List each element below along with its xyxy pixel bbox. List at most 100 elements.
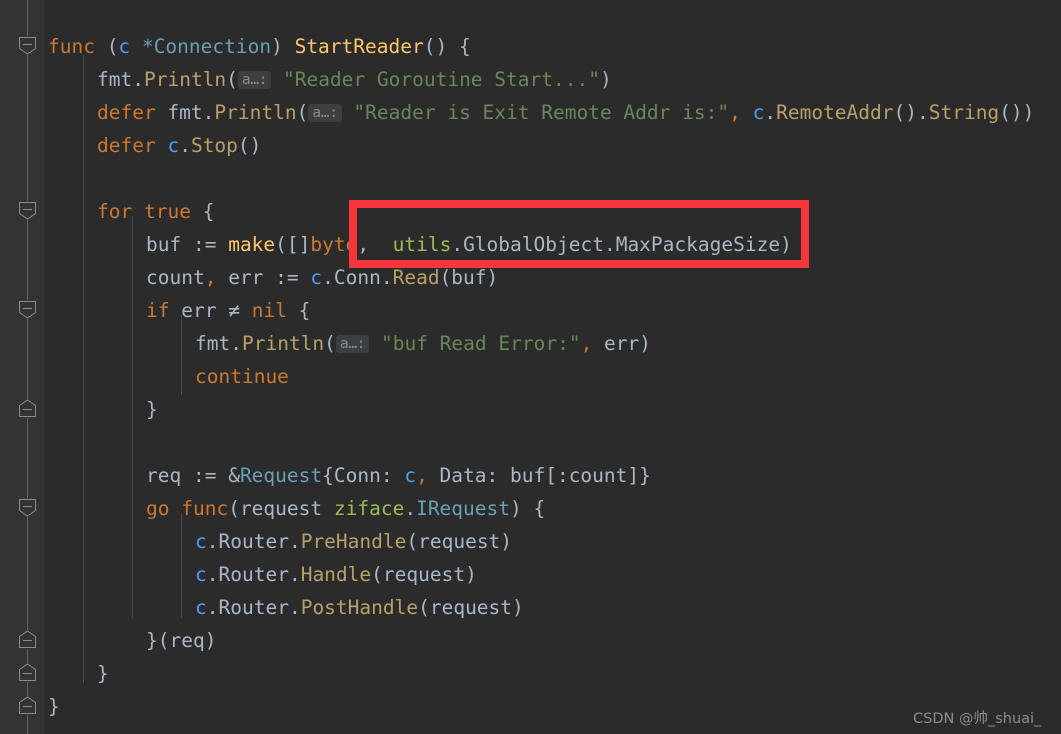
code-line[interactable]: continue: [195, 360, 289, 393]
fold-marker-down[interactable]: [18, 36, 37, 55]
code-token: .: [230, 332, 242, 355]
code-token: c: [195, 563, 207, 586]
code-line[interactable]: func (c *Connection) StartReader() {: [48, 30, 471, 63]
inlay-parameter-hint[interactable]: a…:: [308, 104, 342, 122]
code-token: utils: [392, 233, 452, 256]
code-line[interactable]: c.Router.PreHandle(request): [195, 525, 512, 558]
code-line[interactable]: }: [146, 393, 158, 426]
fold-marker-down[interactable]: [18, 201, 37, 220]
watermark-label: CSDN @帅_shuai_: [913, 711, 1042, 727]
code-token: :=: [181, 233, 229, 256]
code-editor[interactable]: func (c *Connection) StartReader() {fmt.…: [0, 0, 1061, 734]
fold-minus-icon: [23, 673, 32, 674]
code-token: Data: buf[:count]}: [427, 464, 651, 487]
fold-minus-icon: [23, 209, 32, 210]
code-token: ): [780, 233, 792, 256]
indent-guide: [181, 513, 182, 618]
code-token: ): [599, 68, 612, 91]
code-token: make: [228, 233, 276, 256]
code-line[interactable]: defer c.Stop(): [97, 129, 261, 162]
code-token: .: [916, 101, 929, 124]
editor-gutter[interactable]: [0, 0, 46, 734]
code-token: .: [404, 497, 417, 520]
code-token: req: [146, 464, 182, 487]
code-line[interactable]: fmt.Println(a…: "buf Read Error:", err): [195, 327, 651, 360]
fold-minus-icon: [23, 706, 32, 707]
code-token: IRequest: [416, 497, 510, 520]
code-line[interactable]: count, err := c.Conn.Read(buf): [146, 261, 498, 294]
code-token: MaxPackageSize: [615, 233, 781, 256]
code-token: continue: [195, 365, 289, 388]
fold-marker-up[interactable]: [18, 399, 37, 418]
code-token: for: [97, 200, 133, 223]
code-token: .: [288, 563, 301, 586]
code-line[interactable]: }: [97, 657, 109, 690]
code-token: .: [288, 530, 301, 553]
inlay-parameter-hint[interactable]: a…:: [335, 335, 370, 353]
code-token: := &: [181, 464, 240, 487]
fold-rail: [27, 220, 28, 300]
fold-rail: [27, 418, 28, 498]
code-token: err: [169, 299, 229, 322]
code-line[interactable]: req := &Request{Conn: c, Data: buf[:coun…: [146, 459, 651, 492]
code-token: fmt: [195, 332, 231, 355]
code-token: .: [179, 134, 191, 157]
code-line[interactable]: c.Router.PostHandle(request): [195, 591, 524, 624]
fold-rail: [27, 682, 28, 696]
code-token: .: [322, 266, 334, 289]
code-content[interactable]: func (c *Connection) StartReader() {fmt.…: [46, 0, 1061, 734]
code-token: (buf): [439, 266, 499, 289]
code-token: .: [380, 266, 393, 289]
code-token: go: [146, 497, 170, 520]
code-line[interactable]: go func(request ziface.IRequest) {: [146, 492, 545, 525]
fold-marker-down[interactable]: [18, 498, 37, 517]
code-token: .: [132, 68, 144, 91]
code-token: c: [752, 101, 765, 124]
code-token: .: [202, 101, 215, 124]
code-line[interactable]: c.Router.Handle(request): [195, 558, 477, 591]
fold-marker-up[interactable]: [18, 630, 37, 649]
code-token: func: [48, 35, 95, 58]
code-line[interactable]: if err ≠ nil {: [146, 294, 310, 327]
code-token: }(req): [146, 629, 217, 652]
fold-marker-up[interactable]: [18, 663, 37, 682]
fold-marker-up[interactable]: [18, 696, 37, 715]
code-line[interactable]: }: [48, 690, 60, 723]
fold-minus-icon: [23, 506, 32, 507]
code-token: *Connection: [141, 35, 272, 58]
code-line[interactable]: fmt.Println(a…: "Reader Goroutine Start.…: [97, 63, 612, 96]
code-token: (): [237, 134, 262, 157]
code-token: PostHandle: [300, 596, 419, 619]
code-token: Router: [218, 563, 289, 586]
fold-marker-down[interactable]: [18, 300, 37, 319]
code-token: (): [893, 101, 917, 124]
code-token: .: [206, 596, 219, 619]
code-token: c: [310, 266, 323, 289]
code-line[interactable]: for true {: [97, 195, 214, 228]
code-token: Read: [392, 266, 440, 289]
indent-guide: [83, 55, 84, 683]
inlay-parameter-hint[interactable]: a…:: [237, 71, 272, 89]
fold-rail: [27, 319, 28, 399]
code-token: {: [286, 299, 311, 322]
code-line[interactable]: }(req): [146, 624, 216, 657]
code-token: defer: [97, 101, 156, 124]
fold-rail: [27, 517, 28, 630]
code-token: err :=: [216, 266, 311, 289]
code-token: (: [296, 101, 309, 124]
code-token: ,: [416, 464, 428, 487]
code-line[interactable]: defer fmt.Println(a…: "Reader is Exit Re…: [97, 96, 1034, 129]
code-token: defer: [97, 134, 156, 157]
code-line[interactable]: buf := make([]byte, utils.GlobalObject.M…: [146, 228, 792, 261]
code-token: (request): [418, 596, 524, 619]
code-token: "Reader Goroutine Start...": [282, 68, 600, 91]
code-token: err): [592, 332, 652, 355]
code-token: buf: [146, 233, 182, 256]
code-token: Conn: [333, 266, 381, 289]
